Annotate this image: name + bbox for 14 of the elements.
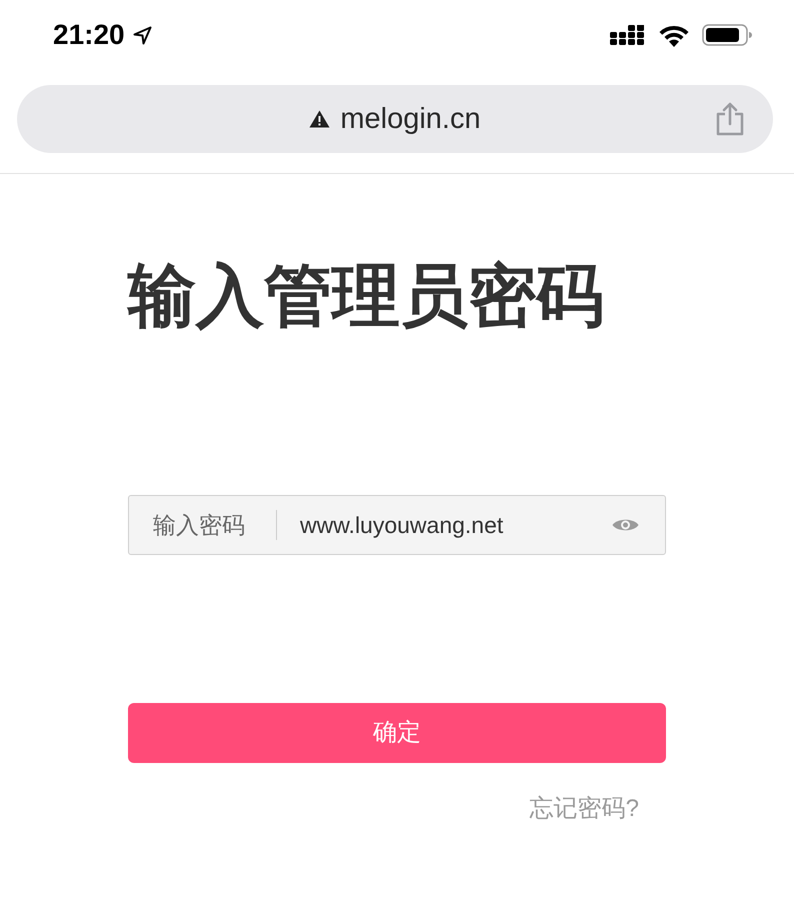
share-icon[interactable] <box>715 102 745 136</box>
password-value: www.luyouwang.net <box>300 514 504 536</box>
eye-icon[interactable] <box>612 517 639 533</box>
wifi-icon <box>658 24 690 46</box>
password-label: 输入密码 <box>153 514 245 536</box>
password-field[interactable]: 输入密码 www.luyouwang.net <box>128 495 666 555</box>
page-title: 输入管理员密码 <box>128 260 605 332</box>
status-time: 21:20 <box>53 21 125 49</box>
signal-icon <box>610 25 646 45</box>
warning-icon <box>309 110 330 128</box>
url-text: melogin.cn <box>340 104 481 134</box>
location-arrow-icon <box>132 26 152 44</box>
address-bar[interactable]: melogin.cn <box>17 85 773 153</box>
battery-icon <box>702 24 752 46</box>
